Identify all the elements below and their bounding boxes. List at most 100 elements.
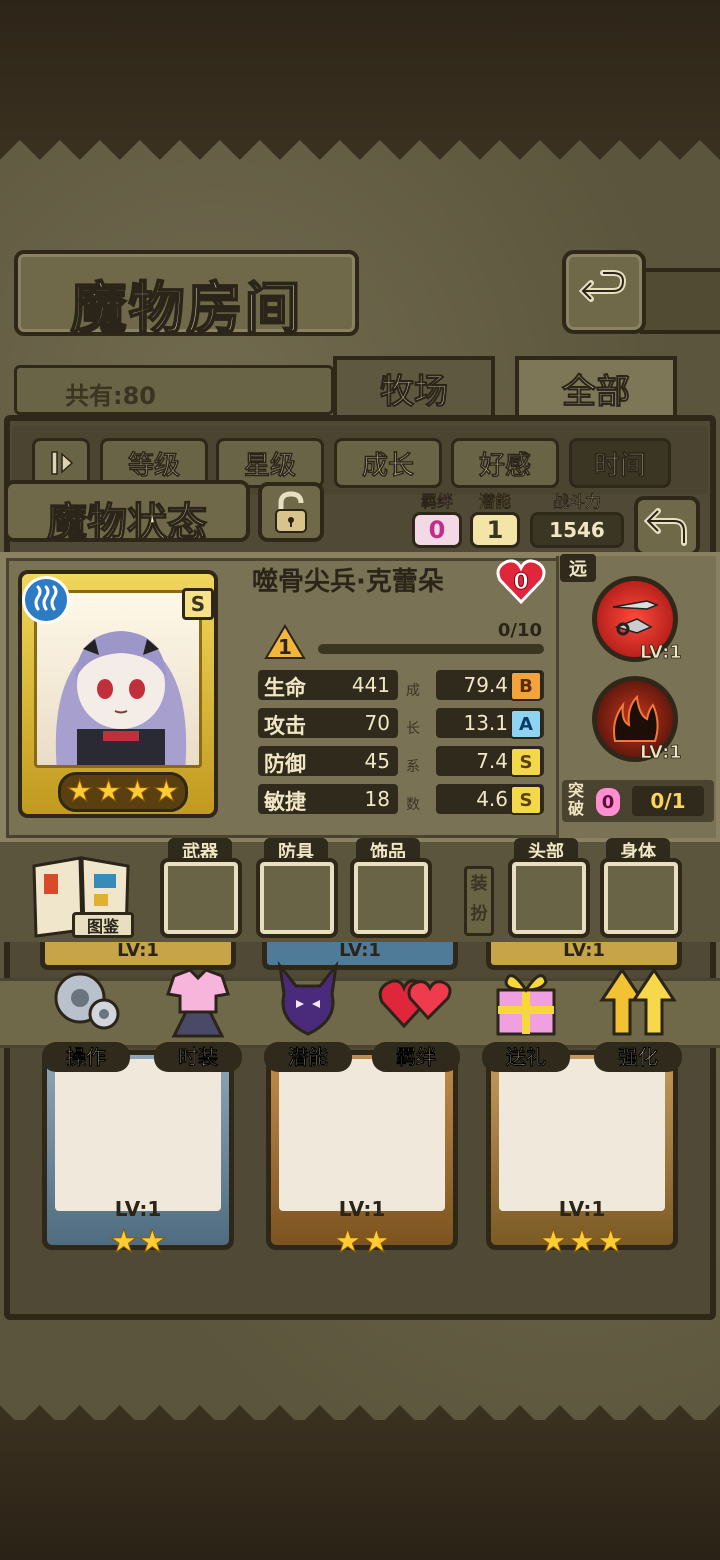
status-title-plate: 魔物状态: [4, 480, 250, 547]
growth-grade: S: [510, 785, 542, 815]
dark-flame-icon: [613, 694, 659, 742]
throwing-knives-icon: [612, 600, 660, 636]
star-icon: ★: [333, 1222, 363, 1260]
stat-growth: 4.6 S: [436, 784, 544, 815]
growth-label-char: 系: [406, 759, 420, 775]
growth-coefficient-label: 成 长 系 数: [404, 672, 422, 824]
tab-all[interactable]: 全部: [515, 356, 677, 420]
breakthrough-badge: 0: [596, 788, 620, 816]
power-value: 1546: [530, 512, 624, 548]
star-icon: ★: [124, 774, 152, 809]
outfit-label: 装扮: [464, 866, 494, 936]
operate-label: 操作: [42, 1042, 130, 1072]
star-icon: ★: [596, 1222, 626, 1260]
rank-badge: S: [182, 588, 214, 620]
star-icon: ★: [138, 1222, 168, 1260]
hearts-icon: [378, 979, 452, 1029]
growth-grade: S: [510, 747, 542, 777]
monster-portrait: [279, 1059, 445, 1211]
growth-label-char: 成: [406, 683, 420, 699]
gift-icon: [496, 974, 556, 1036]
stat-value: 441: [351, 673, 390, 697]
armor-slot[interactable]: [256, 858, 338, 938]
back-arrow-icon: [644, 508, 687, 546]
costume-button[interactable]: 时装: [150, 960, 246, 1072]
star-icon: ★: [152, 774, 180, 809]
monster-level: LV:1: [114, 1197, 162, 1221]
range-tag: 远: [560, 554, 596, 582]
status-title: 魔物状态: [46, 498, 207, 546]
exp-bar: [318, 644, 544, 654]
monster-level: LV:1: [558, 1197, 606, 1221]
stat-base: 防御 45: [258, 746, 398, 776]
board-bottom-edge: [0, 1385, 720, 1425]
stat-growth: 13.1 A: [436, 708, 544, 739]
top-map-background: [0, 0, 720, 150]
potential-chip: 潜能 1: [470, 492, 520, 548]
title-right-tab: [640, 268, 720, 334]
gift-label: 送礼: [482, 1042, 570, 1072]
enhance-button[interactable]: 强化: [590, 960, 686, 1072]
heart-icon: 0: [496, 559, 546, 604]
up-arrows-icon: [599, 967, 677, 1036]
bond-label: 羁绊: [420, 492, 453, 511]
costume-icon: [166, 968, 230, 1038]
operate-button[interactable]: 操作: [38, 960, 134, 1072]
page-title-plate: 魔物房间: [14, 250, 359, 343]
monster-card[interactable]: LV:1: [266, 1050, 458, 1250]
accessory-slot[interactable]: [350, 858, 432, 938]
sort-by-affinity-button[interactable]: 好感: [451, 438, 559, 488]
monster-count: 共有:80: [65, 382, 156, 410]
monster-count-bar: 共有:80: [14, 365, 334, 415]
growth-value: 79.4: [463, 673, 508, 697]
monster-stars: ★ ★ ★: [522, 1224, 642, 1266]
stat-name: 敏捷: [264, 790, 306, 814]
bond-label: 羁绊: [372, 1042, 460, 1072]
star-icon: ★: [95, 774, 123, 809]
star-icon: ★: [66, 774, 94, 809]
stat-row-hp: 生命 441 79.4 B: [258, 670, 544, 702]
monster-portrait: [55, 1059, 221, 1211]
growth-label-char: 数: [406, 797, 420, 813]
star-icon: ★: [567, 1222, 597, 1260]
star-icon: ★: [362, 1222, 392, 1260]
star-icon: ★: [538, 1222, 568, 1260]
costume-label: 时装: [154, 1042, 242, 1072]
level-value: 1: [278, 635, 292, 659]
sort-by-growth-button[interactable]: 成长: [334, 438, 442, 488]
monster-card[interactable]: LV:1: [42, 1050, 234, 1250]
tab-farm[interactable]: 牧场: [333, 356, 495, 420]
stat-name: 生命: [264, 676, 306, 700]
potential-label: 潜能: [264, 1042, 352, 1072]
gear-icon: [54, 972, 120, 1030]
monster-stars: ★ ★: [86, 1224, 190, 1266]
sort-by-time-button[interactable]: 时间: [569, 438, 671, 488]
card-level: LV:1: [563, 940, 605, 961]
character-stars: ★ ★ ★ ★: [58, 772, 188, 812]
potential-label: 潜能: [478, 492, 511, 511]
head-slot[interactable]: [508, 858, 590, 938]
growth-value: 7.4: [476, 749, 508, 773]
weapon-slot[interactable]: [160, 858, 242, 938]
growth-grade: B: [510, 671, 542, 701]
body-slot[interactable]: [600, 858, 682, 938]
potential-button[interactable]: 潜能: [260, 960, 356, 1072]
lock-button[interactable]: [258, 482, 324, 542]
stat-row-defense: 防御 45 7.4 S: [258, 746, 544, 778]
page-title: 魔物房间: [70, 275, 303, 343]
heart-badge: 0: [496, 558, 546, 604]
stat-name: 攻击: [264, 714, 306, 738]
star-icon: ★: [109, 1222, 139, 1260]
bond-button[interactable]: 羁绊: [368, 960, 464, 1072]
back-button[interactable]: [562, 250, 646, 334]
bottom-map-background: [0, 1420, 720, 1560]
stat-base: 攻击 70: [258, 708, 398, 738]
monster-card[interactable]: LV:1: [486, 1050, 678, 1250]
growth-value: 4.6: [476, 787, 508, 811]
stat-base: 敏捷 18: [258, 784, 398, 814]
status-back-button[interactable]: [634, 496, 700, 556]
power-label: 战斗力: [552, 492, 601, 511]
monster-stars: ★ ★: [310, 1224, 414, 1266]
gift-button[interactable]: 送礼: [478, 960, 574, 1072]
card-level: LV:1: [339, 940, 381, 961]
